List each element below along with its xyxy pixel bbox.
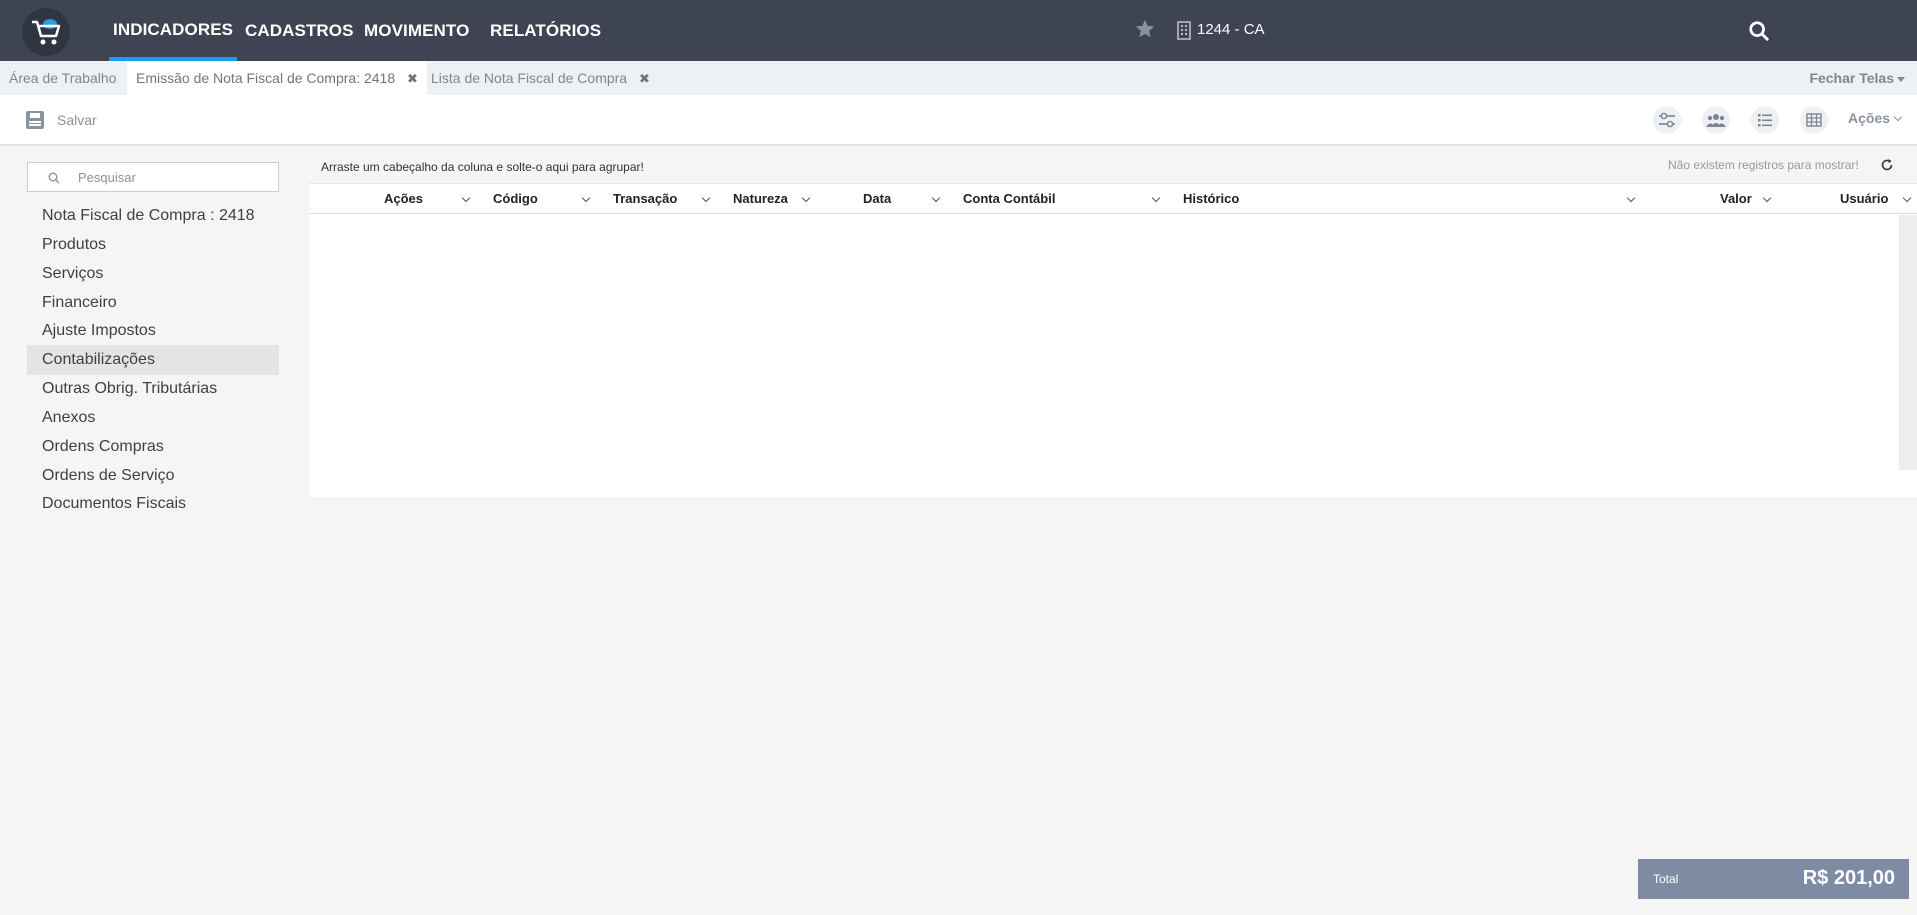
sidebar-item-servicos[interactable]: Serviços	[27, 259, 279, 289]
list-icon[interactable]	[1751, 106, 1779, 134]
nav-relatorios[interactable]: RELATÓRIOS	[490, 0, 601, 61]
tab-label: Lista de Nota Fiscal de Compra	[431, 70, 628, 86]
toolbar: Salvar Ações	[0, 95, 1917, 146]
chevron-down-icon[interactable]	[931, 193, 941, 203]
sidebar-item-ordens-de-servico[interactable]: Ordens de Serviço	[27, 461, 279, 491]
search-icon[interactable]	[1748, 20, 1770, 42]
group-hint: Arraste um cabeçalho da coluna e solte-o…	[321, 160, 644, 174]
nav-cadastros[interactable]: CADASTROS	[245, 0, 354, 61]
column-header-conta-contabil[interactable]: Conta Contábil	[963, 184, 1055, 214]
column-header-codigo[interactable]: Código	[493, 184, 538, 214]
screen-tabs-bar: Área de Trabalho Emissão de Nota Fiscal …	[0, 61, 1917, 95]
star-icon[interactable]	[1134, 18, 1156, 40]
column-header-data[interactable]: Data	[863, 184, 891, 214]
column-header-usuario[interactable]: Usuário	[1840, 184, 1888, 214]
total-panel: Total R$ 201,00	[1638, 859, 1909, 899]
tab-emissao-nota-fiscal[interactable]: Emissão de Nota Fiscal de Compra: 2418 ✖	[127, 61, 427, 95]
chevron-down-icon[interactable]	[701, 193, 711, 203]
top-navbar: INDICADORES CADASTROS MOVIMENTO RELATÓRI…	[0, 0, 1917, 61]
grid-header-row: Ações Código Transação Natureza Data Con…	[309, 184, 1917, 214]
chevron-down-icon[interactable]	[801, 193, 811, 203]
nav-movimento[interactable]: MOVIMENTO	[364, 0, 469, 61]
group-by-panel[interactable]: Arraste um cabeçalho da coluna e solte-o…	[309, 150, 1917, 184]
sidebar-search-input[interactable]: Pesquisar	[27, 162, 279, 192]
total-label: Total	[1653, 872, 1679, 886]
sidebar-item-documentos-fiscais[interactable]: Documentos Fiscais	[27, 489, 279, 519]
save-button[interactable]: Salvar	[25, 107, 97, 133]
close-icon[interactable]: ✖	[639, 62, 650, 96]
chevron-down-icon	[1893, 112, 1903, 122]
tab-area-de-trabalho[interactable]: Área de Trabalho	[0, 61, 125, 95]
column-header-valor[interactable]: Valor	[1720, 184, 1752, 214]
users-icon[interactable]	[1702, 106, 1730, 134]
close-all-screens-button[interactable]: Fechar Telas	[1809, 61, 1905, 95]
column-header-historico[interactable]: Histórico	[1183, 184, 1239, 214]
sliders-icon[interactable]	[1653, 106, 1681, 134]
search-placeholder: Pesquisar	[78, 170, 136, 185]
actions-dropdown[interactable]: Ações	[1848, 110, 1903, 126]
table-icon[interactable]	[1800, 106, 1828, 134]
tab-lista-nota-fiscal[interactable]: Lista de Nota Fiscal de Compra ✖	[422, 61, 659, 95]
no-records-message: Não existem registros para mostrar!	[1668, 158, 1859, 172]
sidebar-item-outras-obrig-tributarias[interactable]: Outras Obrig. Tributárias	[27, 374, 279, 404]
search-icon	[48, 172, 60, 184]
accounting-entries-grid: Arraste um cabeçalho da coluna e solte-o…	[309, 150, 1917, 497]
tab-label: Emissão de Nota Fiscal de Compra: 2418	[136, 70, 396, 86]
chevron-down-icon[interactable]	[1762, 193, 1772, 203]
refresh-icon[interactable]	[1880, 158, 1894, 172]
nav-indicadores[interactable]: INDICADORES	[109, 0, 238, 61]
column-header-acoes[interactable]: Ações	[384, 184, 423, 214]
tab-label: Área de Trabalho	[9, 70, 117, 86]
sidebar-item-anexos[interactable]: Anexos	[27, 403, 279, 433]
column-header-transacao[interactable]: Transação	[613, 184, 677, 214]
column-header-natureza[interactable]: Natureza	[733, 184, 788, 214]
building-icon	[1177, 21, 1191, 40]
sidebar-item-nota-fiscal[interactable]: Nota Fiscal de Compra : 2418	[27, 201, 279, 231]
sidebar-item-produtos[interactable]: Produtos	[27, 230, 279, 260]
actions-label: Ações	[1848, 110, 1891, 126]
total-value: R$ 201,00	[1802, 867, 1895, 889]
chevron-down-icon[interactable]	[581, 193, 591, 203]
cart-logo-icon[interactable]	[22, 8, 70, 56]
close-all-label: Fechar Telas	[1809, 70, 1894, 86]
chevron-down-icon[interactable]	[461, 193, 471, 203]
company-selector[interactable]: 1244 - CA	[1197, 21, 1265, 38]
sidebar-item-ordens-compras[interactable]: Ordens Compras	[27, 432, 279, 462]
close-icon[interactable]: ✖	[407, 62, 418, 96]
chevron-down-icon[interactable]	[1151, 193, 1161, 203]
caret-down-icon	[1897, 76, 1905, 82]
chevron-down-icon[interactable]	[1626, 193, 1636, 203]
chevron-down-icon[interactable]	[1902, 193, 1912, 203]
save-label: Salvar	[57, 112, 97, 128]
sidebar-item-contabilizacoes[interactable]: Contabilizações	[27, 345, 279, 375]
grid-scrollbar[interactable]	[1899, 215, 1917, 470]
sidebar-item-financeiro[interactable]: Financeiro	[27, 288, 279, 318]
save-icon	[26, 111, 44, 129]
sidebar-item-ajuste-impostos[interactable]: Ajuste Impostos	[27, 316, 279, 346]
